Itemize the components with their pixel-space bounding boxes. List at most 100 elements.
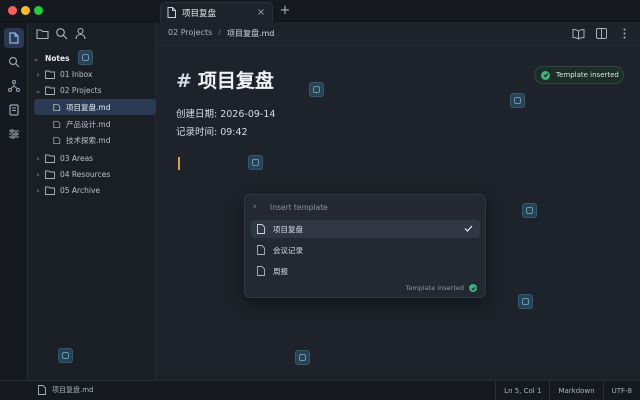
folder-icon xyxy=(45,154,55,163)
check-circle-icon xyxy=(469,284,477,292)
file-explorer: ⌄ Notes › 01 Inbox ⌄ 02 Projects 项目复盘.md… xyxy=(28,22,156,380)
breadcrumb: 02 Projects / 项目复盘.md xyxy=(168,28,274,39)
template-option-label: 会议记录 xyxy=(273,245,303,255)
tree-label: 01 Inbox xyxy=(60,69,93,79)
tree-label: 02 Projects xyxy=(60,85,102,95)
minimize-window-button[interactable] xyxy=(21,6,30,15)
ribbon xyxy=(0,22,28,380)
insert-template-popup: › Insert template 项目复盘 会议记录 周报 Template … xyxy=(244,194,486,298)
new-tab-button[interactable]: + xyxy=(278,4,292,18)
user-icon[interactable] xyxy=(74,27,87,40)
reading-view-icon[interactable] xyxy=(572,27,585,40)
files-button[interactable] xyxy=(4,28,24,48)
watermark-icon xyxy=(510,93,525,108)
watermark-icon xyxy=(309,82,324,97)
new-folder-icon[interactable] xyxy=(36,27,49,40)
watermark-icon xyxy=(248,155,263,170)
watermark-icon xyxy=(518,294,533,309)
template-option-selected[interactable]: 项目复盘 xyxy=(251,220,480,238)
search-icon xyxy=(8,56,20,68)
watermark-icon xyxy=(522,203,537,218)
split-view-icon[interactable] xyxy=(595,27,608,40)
breadcrumb-folder[interactable]: 02 Projects xyxy=(168,28,212,39)
chevron-right-icon: › xyxy=(36,153,40,163)
tree-file[interactable]: 技术探索.md xyxy=(34,132,156,148)
folder-open-icon xyxy=(45,86,55,95)
tree-label: 技术探索.md xyxy=(66,135,111,145)
tree-file[interactable]: 产品设计.md xyxy=(34,116,156,132)
templates-button[interactable] xyxy=(4,100,24,120)
tree-folder-inbox[interactable]: › 01 Inbox xyxy=(32,66,154,82)
tree-label: Notes xyxy=(45,53,70,63)
editor-header: 02 Projects / 项目复盘.md xyxy=(156,22,640,46)
tree-label: 项目复盘.md xyxy=(66,102,111,112)
maximize-window-button[interactable] xyxy=(34,6,43,15)
status-right: Ln 5, Col 1 Markdown UTF-8 xyxy=(495,381,640,400)
graph-button[interactable] xyxy=(4,76,24,96)
file-icon xyxy=(53,136,61,144)
search-icon[interactable] xyxy=(55,27,68,40)
tree-folder-areas[interactable]: › 03 Areas xyxy=(32,150,154,166)
chevron-right-icon: › xyxy=(36,69,40,79)
file-icon xyxy=(167,7,176,18)
status-file[interactable]: 项目复盘.md xyxy=(38,385,94,395)
sliders-icon xyxy=(9,129,19,139)
tree-root-notes[interactable]: ⌄ Notes xyxy=(32,50,154,66)
tree-folder-archive[interactable]: › 05 Archive xyxy=(32,182,154,198)
status-cursor-position[interactable]: Ln 5, Col 1 xyxy=(495,381,549,400)
chevron-down-icon: ⌄ xyxy=(34,85,42,95)
files-icon xyxy=(9,32,19,44)
search-button[interactable] xyxy=(4,52,24,72)
status-file-name: 项目复盘.md xyxy=(52,386,94,394)
toast-label: Template inserted xyxy=(556,71,619,79)
explorer-toolbar xyxy=(28,22,156,46)
status-encoding[interactable]: UTF-8 xyxy=(602,381,640,400)
tree-label: 03 Areas xyxy=(60,153,94,163)
note-heading: # 项目复盘 xyxy=(176,66,274,93)
template-search-placeholder: Insert template xyxy=(270,202,328,212)
settings-button[interactable] xyxy=(4,124,24,144)
template-option-label: 项目复盘 xyxy=(273,224,303,234)
template-option-label: 周报 xyxy=(273,266,288,276)
watermark-icon xyxy=(78,50,93,65)
tree-folder-resources[interactable]: › 04 Resources xyxy=(32,166,154,182)
file-icon xyxy=(53,103,61,111)
title-bar: 项目复盘 × + xyxy=(0,0,640,22)
close-window-button[interactable] xyxy=(8,6,17,15)
graph-icon xyxy=(8,80,20,92)
status-bar: 项目复盘.md Ln 5, Col 1 Markdown UTF-8 xyxy=(0,380,640,400)
template-option[interactable]: 会议记录 xyxy=(251,241,480,259)
meta-record-time: 记录时间: 09:42 xyxy=(176,127,248,138)
tree-file-selected[interactable]: 项目复盘.md xyxy=(34,99,156,115)
template-option[interactable]: 周报 xyxy=(251,262,480,280)
more-options-icon[interactable] xyxy=(618,27,631,40)
breadcrumb-file[interactable]: 项目复盘.md xyxy=(227,28,274,39)
chevron-right-icon: › xyxy=(36,169,40,179)
heading-marker: # xyxy=(176,70,192,92)
tab-label: 项目复盘 xyxy=(182,8,217,19)
file-icon xyxy=(38,385,46,395)
tree-folder-projects[interactable]: ⌄ 02 Projects xyxy=(32,82,154,98)
app-window: 项目复盘 × + ⌄ Notes › 01 Inbox ⌄ 02 Project… xyxy=(0,0,640,400)
folder-icon xyxy=(45,70,55,79)
document-icon xyxy=(257,245,265,255)
folder-icon xyxy=(45,186,55,195)
templates-icon xyxy=(9,104,19,116)
popup-footer: Template inserted xyxy=(406,284,477,292)
text-cursor xyxy=(178,157,180,170)
template-search-input[interactable]: › Insert template xyxy=(253,200,479,214)
tree-label: 04 Resources xyxy=(60,169,111,179)
close-tab-icon[interactable]: × xyxy=(255,7,267,19)
breadcrumb-separator: / xyxy=(218,28,221,37)
tab-active[interactable]: 项目复盘 × xyxy=(160,2,273,22)
popup-footer-label: Template inserted xyxy=(405,284,464,292)
chevron-down-icon: ⌄ xyxy=(32,53,40,63)
document-icon xyxy=(257,224,265,234)
check-circle-icon xyxy=(541,70,550,80)
tree-label: 05 Archive xyxy=(60,185,100,195)
meta-created-date: 创建日期: 2026-09-14 xyxy=(176,109,276,120)
watermark-icon xyxy=(58,348,73,363)
chevron-right-icon: › xyxy=(253,202,257,212)
status-language-mode[interactable]: Markdown xyxy=(549,381,602,400)
tree-label: 产品设计.md xyxy=(66,119,111,129)
